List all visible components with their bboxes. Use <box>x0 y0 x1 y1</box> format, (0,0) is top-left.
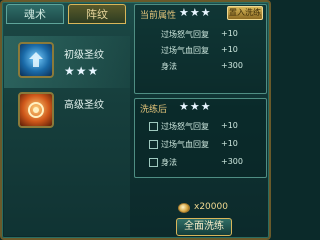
coin-icon <box>178 203 190 213</box>
stat-row: 身法 +300 <box>135 155 268 171</box>
stat-value: +300 <box>221 157 243 166</box>
stat-name: 过场气血回复 <box>161 46 209 55</box>
after-stars: ★★★ <box>179 100 212 113</box>
tab-bar: 魂术 阵纹 <box>4 4 130 26</box>
stat-row: 过场气血回复 +10 <box>135 137 268 153</box>
orange-rune-icon <box>18 92 54 128</box>
stat-row: 身法 +300 <box>135 59 268 75</box>
right-panel: 当前属性 ★★★ 置入洗练 过场怒气回复 +10 过场气血回复 +10 身法 +… <box>134 4 267 236</box>
stat-value: +10 <box>221 29 238 38</box>
stat-value: +300 <box>221 61 243 70</box>
rune-name: 高级圣纹 <box>64 100 104 111</box>
lock-checkbox[interactable] <box>149 158 158 167</box>
after-wash-panel: 洗练后 ★★★ 过场怒气回复 +10 过场气血回复 +10 身法 +300 <box>134 98 267 178</box>
stat-name: 过场怒气回复 <box>161 30 209 39</box>
current-attributes-panel: 当前属性 ★★★ 置入洗练 过场怒气回复 +10 过场气血回复 +10 身法 +… <box>134 4 267 94</box>
stat-name: 身法 <box>161 158 177 167</box>
list-item-advanced-rune[interactable]: 高级圣纹 <box>4 86 130 138</box>
lock-checkbox[interactable] <box>149 140 158 149</box>
stat-name: 身法 <box>161 62 177 71</box>
list-item-basic-rune[interactable]: 初级圣纹 ★★★ <box>4 36 130 88</box>
stat-row: 过场怒气回复 +10 <box>135 27 268 43</box>
stat-name: 过场怒气回复 <box>161 122 209 131</box>
blue-rune-icon <box>18 42 54 78</box>
tab-array-pattern[interactable]: 阵纹 <box>68 4 126 24</box>
stat-value: +10 <box>221 139 238 148</box>
lock-checkbox[interactable] <box>149 122 158 131</box>
rune-list: 初级圣纹 ★★★ 高级圣纹 <box>4 30 130 236</box>
wash-all-button[interactable]: 全面洗练 <box>176 218 232 236</box>
panel-title: 当前属性 <box>140 11 177 21</box>
stat-name: 过场气血回复 <box>161 140 209 149</box>
tab-soul-art[interactable]: 魂术 <box>6 4 64 24</box>
left-panel: 魂术 阵纹 初级圣纹 ★★★ 高级圣纹 <box>4 4 130 236</box>
cost-value: x20000 <box>194 202 228 212</box>
panel-title: 洗练后 <box>140 105 168 115</box>
current-stars: ★★★ <box>179 6 212 19</box>
stat-row: 过场气血回复 +10 <box>135 43 268 59</box>
rune-name: 初级圣纹 <box>64 50 104 61</box>
stat-value: +10 <box>221 121 238 130</box>
stat-value: +10 <box>221 45 238 54</box>
replace-button[interactable]: 置入洗练 <box>227 6 263 20</box>
cost-display: x20000 <box>178 201 258 215</box>
rune-stars: ★★★ <box>64 64 100 78</box>
stat-row: 过场怒气回复 +10 <box>135 119 268 135</box>
